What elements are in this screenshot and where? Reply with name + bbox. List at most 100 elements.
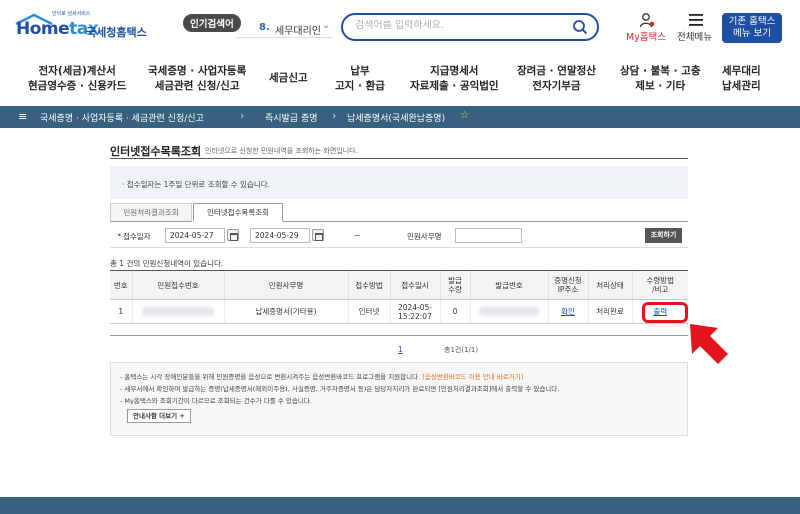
gnb-item-consultation[interactable]: 상담 · 불복 · 고충 제보 · 기타 — [620, 64, 701, 94]
receipt-method: 인터넷 — [347, 299, 390, 324]
issue-number-redacted — [469, 299, 548, 324]
tab-civil-result[interactable]: 민원처리결과조회 — [110, 203, 192, 222]
receipt-date: 2024-05- — [397, 302, 433, 312]
breadcrumb-item-category[interactable]: 국세증명 · 사업자등록 · 세금관련 신청/신고 — [40, 111, 204, 124]
breadcrumb-item-instant[interactable]: 즉시발급 증명 — [265, 111, 318, 124]
user-icon — [639, 13, 655, 28]
footer-bar — [0, 497, 800, 514]
page-title: 인터넷접수목록조회 — [110, 145, 202, 158]
gnb-item-tax-agent[interactable]: 세무대리 납세관리 — [722, 64, 761, 94]
menu-icon[interactable]: ≡ — [18, 110, 27, 123]
gnb-label: 전자기부금 — [532, 80, 581, 92]
receipt-number-redacted — [131, 299, 224, 324]
ip-confirm-link[interactable]: 확인 — [561, 307, 575, 316]
gnb-label: 자료제출 · 공익법인 — [410, 80, 499, 92]
logo-tagline: 안이로 넘세서비스 — [52, 11, 91, 17]
table-header-row: 번호 민원접수번호 민원사무명 접수방법 접수일시 발급 수량 발급번호 증명신… — [110, 270, 688, 300]
result-count: 총 1 건의 민원신청내역이 있습니다. — [110, 259, 224, 268]
issue-quantity: 0 — [439, 299, 470, 324]
gnb-label: 상담 · 불복 · 고충 — [620, 65, 701, 77]
gnb-label: 현금영수증 · 신용카드 — [28, 80, 127, 92]
receipt-time: 15:22:07 — [398, 311, 432, 321]
table-row: 1 납세증명서(기타용) 인터넷 2024-05- 15:22:07 0 확인 … — [110, 299, 688, 324]
date-from-input[interactable] — [165, 228, 225, 243]
chevron-down-icon[interactable]: ⌄ — [322, 20, 330, 31]
all-menu-button[interactable]: 전체메뉴 — [673, 12, 719, 43]
gnb-label: 국세증명 · 사업자등록 — [148, 65, 247, 77]
gnb-item-incentives[interactable]: 장려금 · 연말정산 전자기부금 — [517, 64, 596, 94]
calendar-icon[interactable] — [227, 229, 239, 241]
date-label: 접수일자 — [123, 232, 151, 241]
column-header: 처리상태 — [587, 270, 632, 300]
gnb-label: 세무대리 — [722, 65, 761, 77]
service-name: 납세증명서(기타용) — [223, 299, 348, 324]
main-navigation: 전자(세금)계산서 현금영수증 · 신용카드 국세증명 · 사업자등록 세금관련… — [0, 56, 800, 102]
gnb-label: 세금신고 — [269, 72, 308, 84]
page-number-link[interactable]: 1 — [398, 345, 403, 354]
gnb-label: 납부 — [350, 65, 370, 77]
search-icon[interactable] — [572, 19, 588, 35]
service-name-input[interactable] — [455, 228, 522, 243]
calendar-icon[interactable] — [312, 229, 324, 241]
column-header: 수령방법 /비고 — [631, 270, 688, 300]
gnb-label: 제보 · 기타 — [635, 80, 686, 92]
divider — [110, 158, 688, 159]
chevron-right-icon: › — [240, 109, 245, 122]
search-button[interactable]: 조회하기 — [645, 228, 682, 243]
tab-internet-receipts[interactable]: 인터넷접수목록조회 — [193, 203, 283, 222]
gnb-item-tax-filing[interactable]: 세금신고 — [269, 71, 308, 86]
favorite-star-icon[interactable]: ☆ — [460, 110, 469, 121]
required-mark: • — [117, 231, 122, 240]
row-number: 1 — [110, 299, 132, 324]
divider — [283, 221, 688, 222]
chevron-right-icon: › — [332, 109, 337, 122]
popular-search-badge: 인기검색어 — [183, 14, 241, 32]
gnb-label: 세금관련 신청/신고 — [154, 80, 240, 92]
service-name-label: 민원사무명 — [407, 232, 442, 241]
my-hometax-label: My홈택스 — [626, 32, 667, 43]
classic-line2: 메뉴 보기 — [733, 28, 771, 39]
process-status: 처리완료 — [587, 299, 632, 324]
gnb-item-e-invoice[interactable]: 전자(세금)계산서 현금영수증 · 신용카드 — [28, 64, 126, 94]
column-header: 민원사무명 — [223, 270, 348, 300]
header: 안이로 넘세서비스 Hometax 국세청홈택스 인기검색어 8. 세무대리인 … — [0, 0, 800, 50]
hometax-logo[interactable]: 안이로 넘세서비스 Hometax 국세청홈택스 — [14, 10, 154, 42]
gnb-label: 장려금 · 연말정산 — [517, 65, 596, 77]
search-filter: • 접수일자 ~ 민원사무명 조회하기 — [110, 224, 688, 248]
column-header: 발급 수량 — [439, 270, 470, 300]
gnb-label: 전자(세금)계산서 — [38, 65, 116, 77]
column-header: 발급번호 — [469, 270, 548, 300]
pointer-arrow-icon — [690, 324, 728, 364]
gnb-label: 지급명세서 — [430, 65, 479, 77]
column-header: 번호 — [110, 270, 132, 300]
notice-box: · 접수일자는 1주일 단위로 조회할 수 있습니다. — [110, 166, 688, 199]
page-total: 총1건(1/1) — [444, 346, 479, 354]
popular-search-term[interactable]: 세무대리인 — [275, 22, 321, 37]
date-to-input[interactable] — [250, 228, 310, 243]
hamburger-icon — [689, 14, 703, 26]
classic-hometax-button[interactable]: 기존 홈택스 메뉴 보기 — [722, 13, 782, 43]
more-info-button[interactable]: 안내사항 더보기 + — [127, 409, 191, 423]
all-menu-label: 전체메뉴 — [677, 32, 712, 43]
breadcrumb-item-current[interactable]: 납세증명서(국세완납증명) — [347, 111, 445, 124]
voice-barcode-link[interactable]: [음성변환바코드 이용 안내 바로가기] — [422, 373, 523, 381]
column-header: 접수일시 — [389, 270, 440, 300]
gnb-item-payment[interactable]: 납부 고지 · 환급 — [335, 64, 385, 94]
classic-line1: 기존 홈택스 — [728, 16, 776, 27]
gnb-item-payment-statement[interactable]: 지급명세서 자료제출 · 공익법인 — [410, 64, 499, 94]
search-input[interactable] — [355, 20, 555, 31]
divider — [110, 335, 688, 336]
page-description: 인터넷으로 신청한 민원내역을 조회하는 화면입니다. — [205, 147, 358, 155]
gnb-item-certificates[interactable]: 국세증명 · 사업자등록 세금관련 신청/신고 — [148, 64, 246, 94]
column-header: 민원접수번호 — [131, 270, 224, 300]
info-line: - 세무서에서 확인하여 발급하는 증명(납세증명서(해외이주용), 사실증명,… — [120, 385, 560, 393]
column-header: 접수방법 — [347, 270, 390, 300]
receipt-datetime: 2024-05- 15:22:07 — [389, 299, 440, 324]
my-hometax-button[interactable]: My홈택스 — [623, 12, 671, 43]
divider — [236, 37, 333, 38]
search-box — [341, 13, 599, 41]
column-header: 증명신청 IP주소 — [547, 270, 588, 300]
date-range-separator: ~ — [354, 231, 361, 240]
results-table: 번호 민원접수번호 민원사무명 접수방법 접수일시 발급 수량 발급번호 증명신… — [110, 270, 688, 324]
info-box: - 홈택스는 시각 장애인분들을 위해 민원증명을 음성으로 변환시켜주는 음성… — [110, 362, 688, 436]
